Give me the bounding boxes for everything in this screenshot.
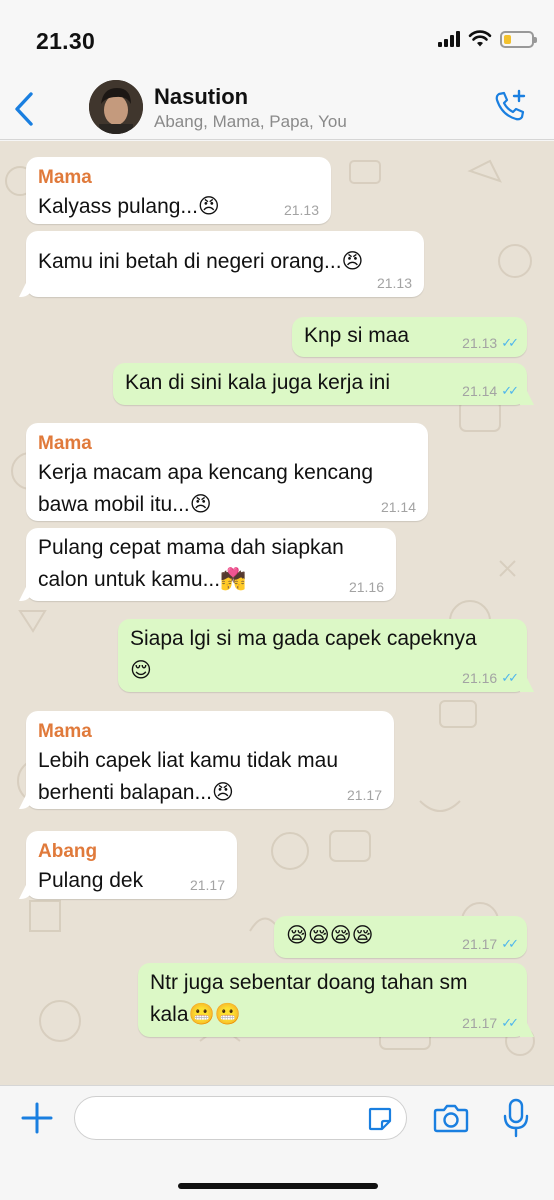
message-bubble-incoming[interactable]: Mama Kalyass pulang...😠 21.13 (26, 157, 331, 224)
message-text-line: Pulang cepat mama dah siapkan (38, 536, 344, 559)
message-text-line: Lebih capek liat kamu tidak mau (38, 749, 338, 772)
message-time: 21.14 (380, 499, 416, 515)
message-input[interactable] (74, 1096, 407, 1140)
message-text-line: calon untuk kamu...💏 (38, 568, 247, 591)
microphone-icon[interactable] (502, 1098, 530, 1138)
message-bubble-incoming[interactable]: Mama Kerja macam apa kencang kencang baw… (26, 423, 428, 521)
message-meta: 21.17 ✓✓ (462, 936, 519, 952)
status-icons (438, 30, 537, 48)
cellular-signal-icon (438, 31, 460, 47)
sender-name: Mama (38, 167, 92, 188)
message-text: Kalyass pulang...😠 (38, 195, 220, 218)
status-bar: 21.30 (0, 0, 554, 80)
read-ticks-icon: ✓✓ (501, 1015, 519, 1030)
message-text-line: bawa mobil itu...😠 (38, 493, 212, 516)
add-call-icon[interactable] (492, 88, 528, 124)
battery-icon (500, 30, 537, 48)
message-time: 21.17 (346, 787, 382, 803)
sender-name: Abang (38, 841, 98, 862)
sticker-icon[interactable] (367, 1106, 393, 1132)
message-bubble-outgoing[interactable]: 😪😪😪😪 21.17 ✓✓ (274, 916, 527, 958)
message-time: 21.16 (348, 579, 384, 595)
message-bubble-incoming[interactable]: Pulang cepat mama dah siapkan calon untu… (26, 528, 396, 601)
status-time: 21.30 (36, 28, 96, 54)
message-meta: 21.17 ✓✓ (462, 1015, 519, 1031)
chat-members[interactable]: Abang, Mama, Papa, You (154, 112, 347, 132)
message-bubble-incoming[interactable]: Kamu ini betah di negeri orang...😠 21.13 (26, 231, 424, 297)
message-time: 21.13 (376, 275, 412, 291)
message-meta: 21.16 ✓✓ (462, 670, 519, 686)
chat-area[interactable]: Mama Kalyass pulang...😠 21.13 Kamu ini b… (0, 141, 554, 1085)
message-time: 21.13 (283, 202, 319, 218)
message-bubble-outgoing[interactable]: Ntr juga sebentar doang tahan sm kala😬😬 … (138, 963, 527, 1037)
sender-name: Mama (38, 721, 92, 742)
battery-level (504, 34, 511, 44)
message-text-line: Ntr juga sebentar doang tahan sm (150, 971, 468, 994)
message-bubble-outgoing[interactable]: Knp si maa 21.13 ✓✓ (292, 317, 527, 357)
avatar[interactable] (89, 80, 143, 134)
message-meta: 21.13 ✓✓ (462, 335, 519, 351)
chat-header: Nasution Abang, Mama, Papa, You (0, 80, 554, 140)
message-text-line: 😌 (130, 659, 152, 682)
message-text-line: Kerja macam apa kencang kencang (38, 461, 374, 484)
read-ticks-icon: ✓✓ (501, 936, 519, 951)
read-ticks-icon: ✓✓ (501, 670, 519, 685)
sender-name: Mama (38, 433, 92, 454)
message-bubble-incoming[interactable]: Mama Lebih capek liat kamu tidak mau ber… (26, 711, 394, 809)
message-time: 21.17 (189, 877, 225, 893)
message-text: Kamu ini betah di negeri orang...😠 (38, 250, 364, 273)
message-text: Kan di sini kala juga kerja ini (125, 371, 390, 394)
message-bubble-incoming[interactable]: Abang Pulang dek 21.17 (26, 831, 237, 899)
chat-title[interactable]: Nasution (154, 84, 248, 110)
wifi-icon (468, 30, 492, 47)
message-text-line: kala😬😬 (150, 1003, 241, 1026)
plus-icon[interactable] (20, 1101, 54, 1135)
input-bar (0, 1085, 554, 1200)
camera-icon[interactable] (433, 1102, 469, 1134)
read-ticks-icon: ✓✓ (501, 383, 519, 398)
message-text-line: Siapa lgi si ma gada capek capeknya (130, 627, 477, 650)
home-indicator (178, 1183, 378, 1189)
message-text-line: berhenti balapan...😠 (38, 781, 234, 804)
chevron-left-icon[interactable] (12, 90, 36, 128)
message-bubble-outgoing[interactable]: Kan di sini kala juga kerja ini 21.14 ✓✓ (113, 363, 527, 405)
message-meta: 21.14 ✓✓ (462, 383, 519, 399)
message-bubble-outgoing[interactable]: Siapa lgi si ma gada capek capeknya 😌 21… (118, 619, 527, 692)
read-ticks-icon: ✓✓ (501, 335, 519, 350)
